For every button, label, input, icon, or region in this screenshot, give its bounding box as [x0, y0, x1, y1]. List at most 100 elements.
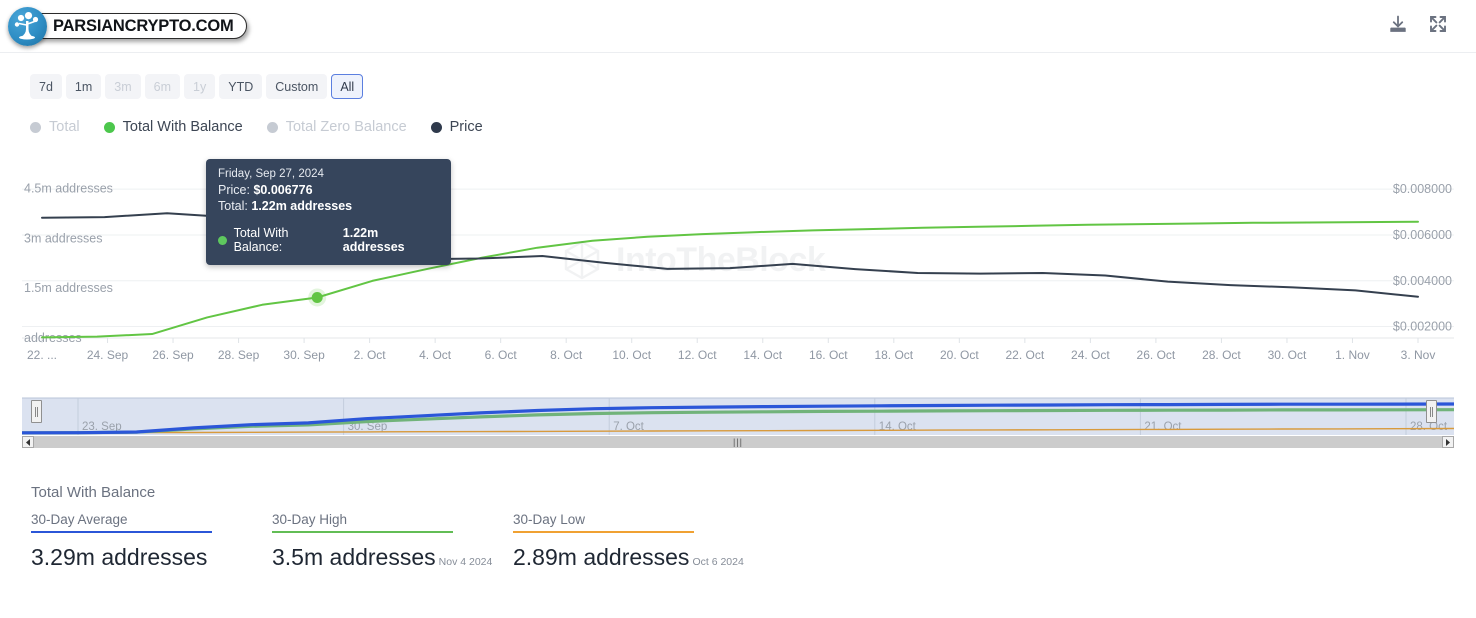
brand-watermark: PARSIANCRYPTO.COM [8, 6, 247, 46]
svg-text:16. Oct: 16. Oct [809, 348, 848, 362]
tooltip-total-row: Total: 1.22m addresses [218, 199, 439, 213]
svg-text:21. Oct: 21. Oct [1144, 421, 1182, 433]
range-button-1m[interactable]: 1m [66, 74, 101, 99]
stat-value-wrap: 3.5m addressesNov 4 2024 [272, 544, 493, 571]
svg-text:30. Oct: 30. Oct [1268, 348, 1307, 362]
svg-text:2. Oct: 2. Oct [354, 348, 387, 362]
scrollbar-grip-icon: ||| [733, 436, 743, 448]
download-icon[interactable] [1388, 14, 1408, 34]
legend-label: Total Zero Balance [286, 119, 407, 135]
legend-item-total-zero-balance[interactable]: Total Zero Balance [267, 119, 407, 135]
tooltip-total-value: 1.22m addresses [251, 199, 352, 213]
svg-text:1. Nov: 1. Nov [1335, 348, 1370, 362]
stat-date: Nov 4 2024 [439, 556, 493, 568]
navigator-handle-left[interactable] [31, 400, 42, 423]
stat-value: 3.5m addresses [272, 544, 436, 570]
chart-widget: PARSIANCRYPTO.COM [0, 0, 1476, 618]
svg-text:14. Oct: 14. Oct [743, 348, 782, 362]
legend-item-total-with-balance[interactable]: Total With Balance [104, 119, 243, 135]
stat-label: 30-Day High [272, 512, 493, 527]
range-button-ytd[interactable]: YTD [219, 74, 262, 99]
legend-dot-icon [30, 122, 41, 133]
svg-text:6. Oct: 6. Oct [485, 348, 518, 362]
legend-label: Price [450, 119, 483, 135]
range-button-6m: 6m [145, 74, 180, 99]
svg-text:3. Nov: 3. Nov [1401, 348, 1436, 362]
network-tree-icon [8, 7, 47, 46]
time-range-selector: 7d 1m 3m 6m 1y YTD Custom All [30, 74, 363, 99]
svg-text:3m addresses: 3m addresses [24, 231, 103, 245]
svg-text:$0.008000: $0.008000 [1393, 182, 1452, 196]
legend-dot-icon [104, 122, 115, 133]
stat-label: 30-Day Average [31, 512, 252, 527]
svg-text:8. Oct: 8. Oct [550, 348, 583, 362]
tooltip-total-label: Total: [218, 199, 248, 213]
tooltip-price-row: Price: $0.006776 [218, 183, 439, 197]
chart-tooltip: Friday, Sep 27, 2024 Price: $0.006776 To… [206, 159, 451, 265]
legend-item-total[interactable]: Total [30, 119, 80, 135]
svg-text:26. Sep: 26. Sep [152, 348, 194, 362]
svg-text:22. Oct: 22. Oct [1006, 348, 1045, 362]
stat-card-30-day-high: 30-Day High 3.5m addressesNov 4 2024 [272, 512, 513, 571]
stat-value: 3.29m addresses [31, 544, 207, 570]
tooltip-date: Friday, Sep 27, 2024 [218, 168, 439, 180]
stat-label: 30-Day Low [513, 512, 734, 527]
tooltip-series-value: 1.22m addresses [343, 226, 439, 254]
range-button-7d[interactable]: 7d [30, 74, 62, 99]
tooltip-price-label: Price: [218, 183, 250, 197]
stat-card-30-day-low: 30-Day Low 2.89m addressesOct 6 2024 [513, 512, 754, 571]
stats-row: 30-Day Average 3.29m addresses 30-Day Hi… [31, 512, 754, 571]
expand-icon[interactable] [1428, 14, 1448, 34]
svg-text:30. Sep: 30. Sep [283, 348, 325, 362]
stat-date: Oct 6 2024 [692, 556, 743, 568]
tooltip-series-label: Total With Balance: [234, 226, 336, 254]
scroll-right-icon[interactable] [1442, 436, 1454, 448]
svg-text:26. Oct: 26. Oct [1137, 348, 1176, 362]
range-button-1y: 1y [184, 74, 215, 99]
brand-pill: PARSIANCRYPTO.COM [22, 13, 247, 39]
legend-dot-icon [267, 122, 278, 133]
legend-item-price[interactable]: Price [431, 119, 483, 135]
scroll-left-icon[interactable] [22, 436, 34, 448]
grip-icon [35, 407, 38, 417]
svg-text:22. ...: 22. ... [27, 348, 57, 362]
stats-title: Total With Balance [31, 484, 155, 501]
svg-text:$0.004000: $0.004000 [1393, 274, 1452, 288]
svg-text:4.5m addresses: 4.5m addresses [24, 182, 113, 196]
tooltip-price-value: $0.006776 [253, 183, 312, 197]
chart-navigator[interactable]: 23. Sep30. Sep7. Oct14. Oct21. Oct28. Oc… [22, 394, 1454, 437]
stat-value-wrap: 3.29m addresses [31, 544, 252, 571]
svg-text:28. Sep: 28. Sep [218, 348, 260, 362]
range-button-custom[interactable]: Custom [266, 74, 327, 99]
navigator-scrollbar[interactable]: ||| [22, 436, 1454, 448]
grip-icon [1430, 407, 1433, 417]
range-button-all[interactable]: All [331, 74, 363, 99]
stat-value-wrap: 2.89m addressesOct 6 2024 [513, 544, 734, 571]
stat-rule [31, 531, 212, 533]
stat-rule [272, 531, 453, 533]
svg-text:20. Oct: 20. Oct [940, 348, 979, 362]
legend-dot-icon [431, 122, 442, 133]
svg-text:24. Oct: 24. Oct [1071, 348, 1110, 362]
legend-label: Total [49, 119, 80, 135]
svg-text:14. Oct: 14. Oct [879, 421, 917, 433]
svg-text:18. Oct: 18. Oct [874, 348, 913, 362]
stat-card-30-day-average: 30-Day Average 3.29m addresses [31, 512, 272, 571]
svg-text:12. Oct: 12. Oct [678, 348, 717, 362]
range-button-3m: 3m [105, 74, 140, 99]
svg-text:10. Oct: 10. Oct [612, 348, 651, 362]
tooltip-series-dot-icon [218, 236, 227, 245]
chart-legend: Total Total With Balance Total Zero Bala… [30, 119, 483, 135]
stat-value: 2.89m addresses [513, 544, 689, 570]
navigator-handle-right[interactable] [1426, 400, 1437, 423]
svg-text:$0.002000: $0.002000 [1393, 320, 1452, 334]
legend-label: Total With Balance [123, 119, 243, 135]
brand-name: PARSIANCRYPTO.COM [53, 17, 234, 36]
svg-text:4. Oct: 4. Oct [419, 348, 452, 362]
widget-header: PARSIANCRYPTO.COM [0, 0, 1476, 53]
svg-text:1.5m addresses: 1.5m addresses [24, 281, 113, 295]
svg-text:24. Sep: 24. Sep [87, 348, 129, 362]
svg-text:$0.006000: $0.006000 [1393, 228, 1452, 242]
header-actions [1388, 14, 1448, 34]
stat-rule [513, 531, 694, 533]
